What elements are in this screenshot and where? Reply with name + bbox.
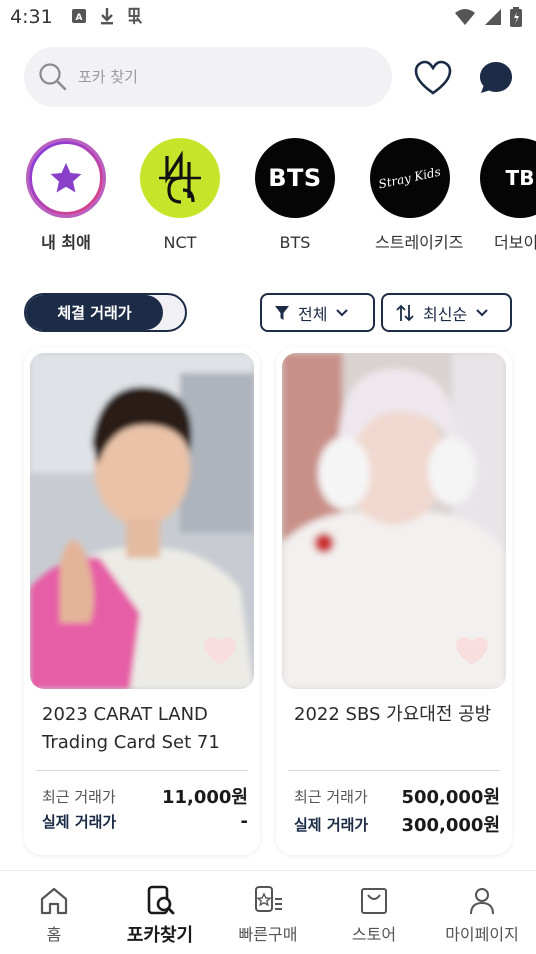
recent-price: 11,000원 <box>161 787 248 808</box>
battery-icon <box>510 7 522 31</box>
theboyz-logo: TB <box>480 138 536 218</box>
recent-price-label: 최근 거래가 <box>42 787 116 806</box>
status-time: 4:31 <box>10 6 53 28</box>
profile-icon <box>470 888 494 915</box>
card-title: 2023 CARAT LAND Trading Card Set 71 <box>42 704 220 753</box>
tab-mypage[interactable]: 마이페이지 <box>428 885 536 945</box>
tab-label: 스토어 <box>351 925 397 944</box>
chat-icon[interactable] <box>478 60 514 96</box>
search-icon <box>39 63 67 91</box>
bts-logo: BTS <box>255 138 335 218</box>
group-chip-nct[interactable]: NCT <box>135 138 225 254</box>
chevron-down-icon <box>476 308 488 316</box>
group-label: 스트레이키즈 <box>375 233 464 252</box>
tab-store[interactable]: 스토어 <box>320 885 428 945</box>
recent-price: 500,000원 <box>401 787 500 808</box>
photocard-image <box>30 353 254 689</box>
download-icon <box>98 7 116 25</box>
nct-logo <box>140 138 220 218</box>
chevron-down-icon <box>336 308 349 316</box>
card-title: 2022 SBS 가요대전 공방 <box>294 704 492 725</box>
real-price-label: 실제 거래가 <box>42 813 117 831</box>
status-bar: 4:31 A <box>0 0 536 36</box>
tab-home[interactable]: 홈 <box>0 885 108 945</box>
tab-label: 마이페이지 <box>445 925 519 944</box>
group-chip-theboyz[interactable]: TB 더보이 <box>480 138 536 254</box>
group-chip-favorite[interactable]: 내 최애 <box>21 138 111 254</box>
tab-photocard-search[interactable]: 포카찾기 <box>106 885 214 947</box>
fast-buy-icon <box>255 886 282 912</box>
favorite-circle <box>26 138 106 218</box>
tab-label: 빠른구매 <box>238 925 298 944</box>
toggle-label: 체결 거래가 <box>26 295 163 330</box>
wifi-icon <box>454 8 476 30</box>
sort-button[interactable]: 최신순 <box>381 293 512 332</box>
recent-price-label: 최근 거래가 <box>294 787 368 806</box>
photocard-image <box>282 353 506 689</box>
tab-fast-buy[interactable]: 빠른구매 <box>214 885 322 945</box>
search-bar[interactable]: 포카 찾기 <box>24 47 392 107</box>
category-filter-button[interactable]: 전체 <box>260 293 375 332</box>
home-icon <box>40 887 68 915</box>
store-icon <box>361 888 387 914</box>
tab-label: 홈 <box>46 925 62 944</box>
straykids-logo: Stray Kids <box>370 138 450 218</box>
sort-icon <box>396 304 414 321</box>
completed-price-toggle[interactable]: 체결 거래가 <box>24 293 187 332</box>
svg-text:A: A <box>76 13 83 23</box>
group-label: BTS <box>279 233 311 252</box>
tab-label: 포카찾기 <box>126 925 194 946</box>
real-price: - <box>240 811 248 832</box>
bottom-tab-bar: 홈 포카찾기 빠른구매 스토어 마이페이지 <box>0 870 536 954</box>
favorites-heart-icon[interactable] <box>414 60 452 96</box>
photocard-item[interactable]: 2023 CARAT LAND Trading Card Set 71 최근 거… <box>24 347 260 855</box>
real-price: 300,000원 <box>401 815 500 836</box>
group-chip-straykids[interactable]: Stray Kids 스트레이키즈 <box>365 138 464 254</box>
group-label: 더보이 <box>494 233 536 252</box>
signal-icon <box>484 8 502 30</box>
keyboard-icon: A <box>70 7 88 25</box>
filter-icon <box>275 305 289 320</box>
group-label: 내 최애 <box>41 233 91 252</box>
card-heart-icon[interactable] <box>202 635 238 667</box>
group-chip-bts[interactable]: BTS BTS <box>250 138 340 254</box>
app-notification-icon <box>126 7 144 25</box>
group-label: NCT <box>163 233 197 252</box>
card-search-icon <box>147 885 175 915</box>
search-placeholder: 포카 찾기 <box>78 68 138 86</box>
category-filter-label: 전체 <box>298 304 328 324</box>
photocard-item[interactable]: 2022 SBS 가요대전 공방 최근 거래가 500,000원 실제 거래가 … <box>276 347 512 855</box>
card-heart-icon[interactable] <box>454 635 490 667</box>
sort-label: 최신순 <box>423 304 468 324</box>
real-price-label: 실제 거래가 <box>294 815 369 834</box>
